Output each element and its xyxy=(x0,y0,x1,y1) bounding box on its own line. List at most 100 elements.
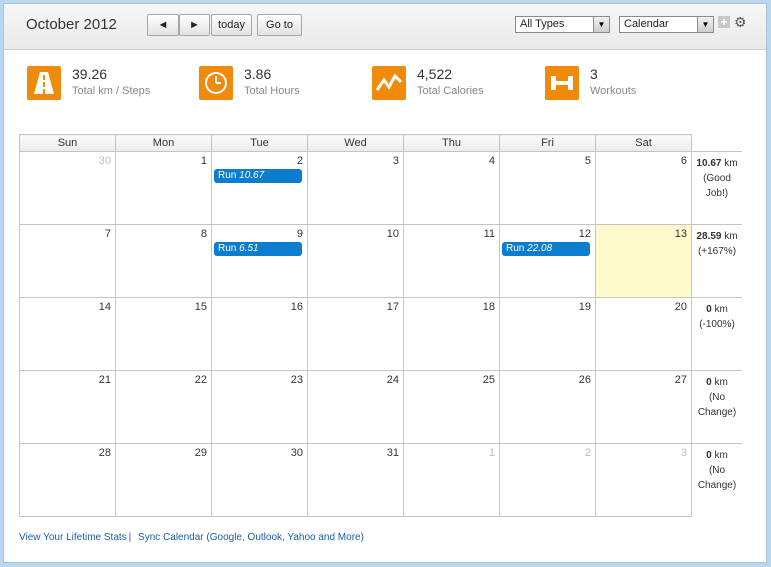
day-number: 24 xyxy=(386,374,399,386)
day-cell[interactable]: 2 xyxy=(499,443,596,517)
day-cell[interactable]: 10 xyxy=(307,224,404,298)
event-value: 10.67 xyxy=(239,170,265,181)
day-number: 7 xyxy=(104,228,111,240)
day-number: 6 xyxy=(680,155,687,167)
day-number: 4 xyxy=(488,155,495,167)
day-number: 2 xyxy=(584,447,591,459)
day-cell[interactable]: 20 xyxy=(595,297,692,371)
lifetime-stats-link[interactable]: View Your Lifetime Stats xyxy=(19,532,127,543)
day-number: 17 xyxy=(386,301,399,313)
day-cell[interactable]: 11 xyxy=(403,224,500,298)
day-cell[interactable]: 28 xyxy=(19,443,116,517)
type-filter-value: All Types xyxy=(520,18,565,30)
stat-label: Total km / Steps xyxy=(72,85,151,97)
day-cell[interactable]: 1 xyxy=(403,443,500,517)
day-cell[interactable]: 19 xyxy=(499,297,596,371)
weekday-header-row: Sun Mon Tue Wed Thu Fri Sat xyxy=(19,134,743,152)
day-number: 2 xyxy=(296,155,303,167)
weekday-header: Wed xyxy=(307,134,404,152)
day-number: 10 xyxy=(386,228,399,240)
weekday-header: Fri xyxy=(499,134,596,152)
day-cell[interactable]: 25 xyxy=(403,370,500,444)
day-cell[interactable]: 7 xyxy=(19,224,116,298)
clock-icon xyxy=(199,66,233,100)
goto-button[interactable]: Go to xyxy=(257,14,302,36)
day-number: 25 xyxy=(482,374,495,386)
week-row: 28 29 30 31 1 2 3 0 km (No Change) xyxy=(19,443,742,517)
day-cell-today[interactable]: 13 xyxy=(595,224,692,298)
day-cell[interactable]: 5 xyxy=(499,151,596,225)
sync-calendar-link[interactable]: Sync Calendar (Google, Outlook, Yahoo an… xyxy=(138,532,364,543)
day-cell[interactable]: 16 xyxy=(211,297,308,371)
day-number: 8 xyxy=(200,228,207,240)
weekday-header: Tue xyxy=(211,134,308,152)
day-cell[interactable]: 9 Run 6.51 xyxy=(211,224,308,298)
add-icon[interactable]: + xyxy=(718,16,730,28)
day-cell[interactable]: 12 Run 22.08 xyxy=(499,224,596,298)
day-number: 16 xyxy=(290,301,303,313)
week-summary: 28.59 km (+167%) xyxy=(691,224,742,298)
day-cell[interactable]: 18 xyxy=(403,297,500,371)
next-month-button[interactable]: ► xyxy=(179,14,210,36)
header-bar: October 2012 ◄ ► today Go to All Types ▼… xyxy=(4,4,766,50)
dumbbell-icon xyxy=(545,66,579,100)
week-total: 28.59 xyxy=(696,231,722,242)
calendar-panel: October 2012 ◄ ► today Go to All Types ▼… xyxy=(3,3,767,563)
type-filter-select[interactable]: All Types ▼ xyxy=(515,16,610,33)
day-number: 22 xyxy=(194,374,207,386)
day-cell[interactable]: 26 xyxy=(499,370,596,444)
day-cell[interactable]: 14 xyxy=(19,297,116,371)
day-cell[interactable]: 30 xyxy=(19,151,116,225)
stat-label: Total Hours xyxy=(244,85,300,97)
day-cell[interactable]: 21 xyxy=(19,370,116,444)
day-cell[interactable]: 1 xyxy=(115,151,212,225)
stat-value: 4,522 xyxy=(417,66,453,82)
weekday-header: Sun xyxy=(19,134,116,152)
day-cell[interactable]: 15 xyxy=(115,297,212,371)
day-cell[interactable]: 8 xyxy=(115,224,212,298)
day-cell[interactable]: 17 xyxy=(307,297,404,371)
view-select[interactable]: Calendar ▼ xyxy=(619,16,714,33)
day-cell[interactable]: 3 xyxy=(595,443,692,517)
today-button[interactable]: today xyxy=(211,14,252,36)
week-summary: 0 km (No Change) xyxy=(691,370,742,444)
day-cell[interactable]: 31 xyxy=(307,443,404,517)
day-cell[interactable]: 2 Run 10.67 xyxy=(211,151,308,225)
day-number: 13 xyxy=(674,228,687,240)
prev-month-button[interactable]: ◄ xyxy=(147,14,179,36)
day-number: 31 xyxy=(386,447,399,459)
week-row: 21 22 23 24 25 26 27 0 km (No Change) xyxy=(19,370,742,444)
view-select-value: Calendar xyxy=(624,18,669,30)
week-unit: km xyxy=(721,158,738,169)
chevron-down-icon: ▼ xyxy=(593,17,609,32)
workout-event[interactable]: Run 10.67 xyxy=(214,169,302,183)
week-row: 14 15 16 17 18 19 20 0 km (-100%) xyxy=(19,297,742,371)
day-number: 21 xyxy=(98,374,111,386)
day-number: 27 xyxy=(674,374,687,386)
stat-value: 3.86 xyxy=(244,66,272,82)
day-cell[interactable]: 4 xyxy=(403,151,500,225)
day-cell[interactable]: 27 xyxy=(595,370,692,444)
day-cell[interactable]: 29 xyxy=(115,443,212,517)
footer-links: View Your Lifetime Stats | Sync Calendar … xyxy=(19,532,364,543)
workout-event[interactable]: Run 6.51 xyxy=(214,242,302,256)
stat-label: Workouts xyxy=(590,85,637,97)
page-title: October 2012 xyxy=(26,16,117,33)
day-number: 20 xyxy=(674,301,687,313)
day-cell[interactable]: 23 xyxy=(211,370,308,444)
event-type: Run xyxy=(218,243,237,254)
gear-icon[interactable]: ⚙ xyxy=(734,14,747,31)
week-note: (Good Job!) xyxy=(703,173,731,199)
workout-event[interactable]: Run 22.08 xyxy=(502,242,590,256)
week-summary-header xyxy=(692,135,743,152)
week-total: 10.67 xyxy=(696,158,722,169)
weekday-header: Mon xyxy=(115,134,212,152)
day-cell[interactable]: 30 xyxy=(211,443,308,517)
event-type: Run xyxy=(506,243,525,254)
day-cell[interactable]: 22 xyxy=(115,370,212,444)
day-cell[interactable]: 24 xyxy=(307,370,404,444)
week-unit: km xyxy=(711,450,728,461)
day-number: 9 xyxy=(296,228,303,240)
day-cell[interactable]: 6 xyxy=(595,151,692,225)
day-cell[interactable]: 3 xyxy=(307,151,404,225)
